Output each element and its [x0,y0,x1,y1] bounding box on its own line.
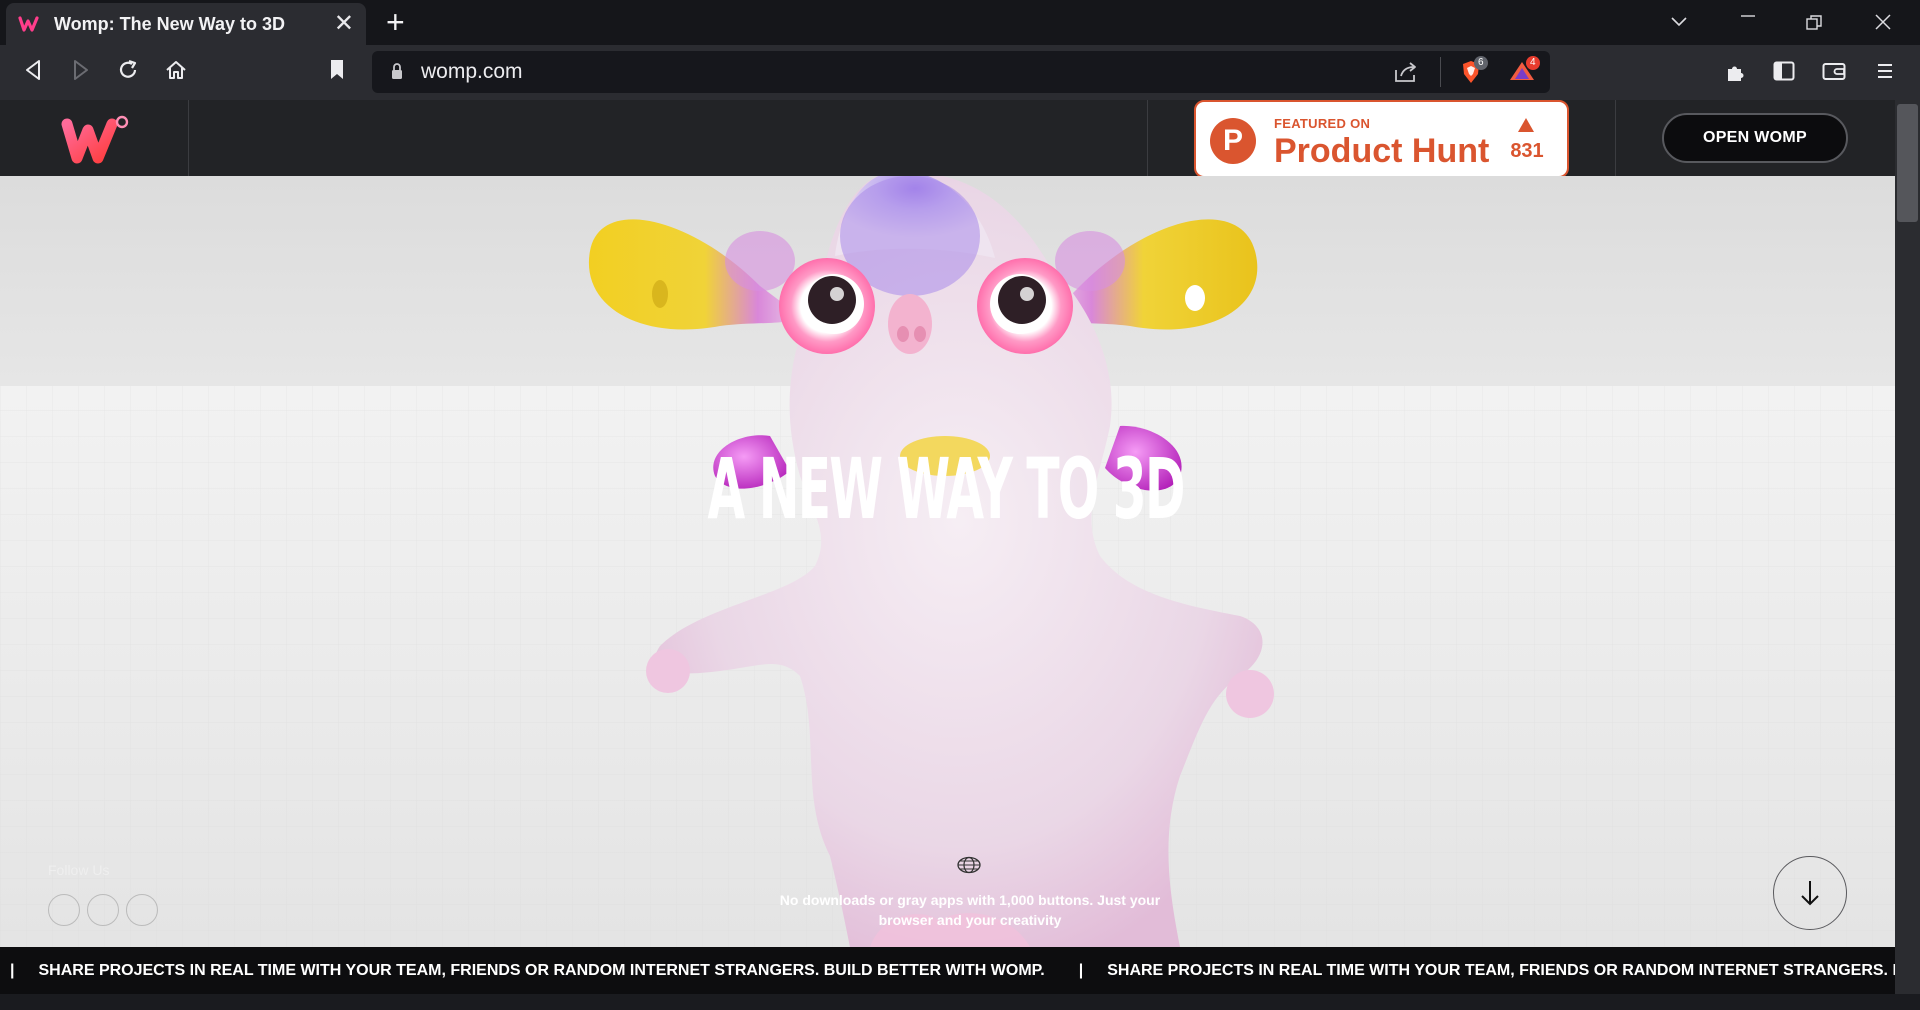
social-link-icon[interactable] [126,894,158,926]
menu-icon[interactable] [1876,62,1894,85]
hero-section [0,176,1895,947]
extensions-icon[interactable] [1724,60,1748,89]
hero-3d-scene [0,176,1895,947]
wallet-icon[interactable] [1822,61,1846,86]
header-divider [1615,100,1616,176]
ticker-separator: | [1078,961,1084,979]
header-divider [188,100,189,176]
social-link-icon[interactable] [48,894,80,926]
lock-icon [390,62,404,85]
upvote-count: 831 [1510,140,1544,162]
restore-icon[interactable] [1805,12,1823,38]
womp-logo-icon [61,115,129,164]
product-hunt-logo-icon: P [1210,118,1256,164]
address-bar-divider [1440,57,1441,87]
product-hunt-name: Product Hunt [1274,132,1490,170]
globe-icon [956,856,982,879]
product-hunt-badge[interactable]: P FEATURED ON Product Hunt 831 [1194,100,1569,178]
reload-icon[interactable] [116,58,140,87]
tab-title: Womp: The New Way to 3D [54,13,286,34]
shields-badge: 6 [1474,56,1488,70]
header-divider [1147,100,1148,176]
page-scrollbar[interactable] [1895,100,1920,994]
upvote-arrow-icon [1518,118,1534,132]
scrollbar-thumb[interactable] [1897,104,1918,222]
browser-tab[interactable]: Womp: The New Way to 3D ✕ [6,3,366,45]
product-hunt-featured-label: FEATURED ON [1274,116,1371,131]
social-link-icon[interactable] [87,894,119,926]
share-icon[interactable] [1393,60,1419,89]
new-tab-icon[interactable]: + [386,6,405,38]
ticker-message: SHARE PROJECTS IN REAL TIME WITH YOUR TE… [1107,961,1895,979]
sidebar-toggle-icon[interactable] [1773,61,1795,86]
hero-title: A NEW WAY TO 3D [707,440,1186,538]
open-womp-button[interactable]: OPEN WOMP [1662,113,1848,163]
scroll-down-button[interactable] [1773,856,1847,930]
hero-description: No downloads or gray apps with 1,000 but… [779,892,1161,928]
womp-favicon-icon [18,16,39,32]
bookmark-icon[interactable] [328,58,346,87]
tab-close-icon[interactable]: ✕ [334,12,354,36]
home-icon[interactable] [164,58,188,87]
address-bar[interactable] [372,51,1550,93]
url-text[interactable]: womp.com [421,60,523,84]
brave-shields-icon[interactable]: 6 [1459,56,1489,87]
forward-icon[interactable] [70,58,92,87]
brave-rewards-icon[interactable]: 4 [1508,56,1540,87]
arrow-down-icon [1801,881,1819,906]
rewards-badge: 4 [1526,56,1540,70]
womp-logo[interactable] [60,114,132,171]
ticker-separator: | [10,961,15,979]
tab-search-chevron-icon[interactable] [1670,8,1688,34]
window-close-icon[interactable] [1874,11,1892,37]
site-header [0,100,1895,176]
marquee-ticker: | SHARE PROJECTS IN REAL TIME WITH YOUR … [0,947,1895,994]
follow-us-label: Follow Us [48,862,110,878]
bottom-strip [0,994,1920,1010]
minimize-icon[interactable] [1738,4,1758,30]
back-icon[interactable] [22,58,44,87]
ticker-message: SHARE PROJECTS IN REAL TIME WITH YOUR TE… [38,961,1045,979]
